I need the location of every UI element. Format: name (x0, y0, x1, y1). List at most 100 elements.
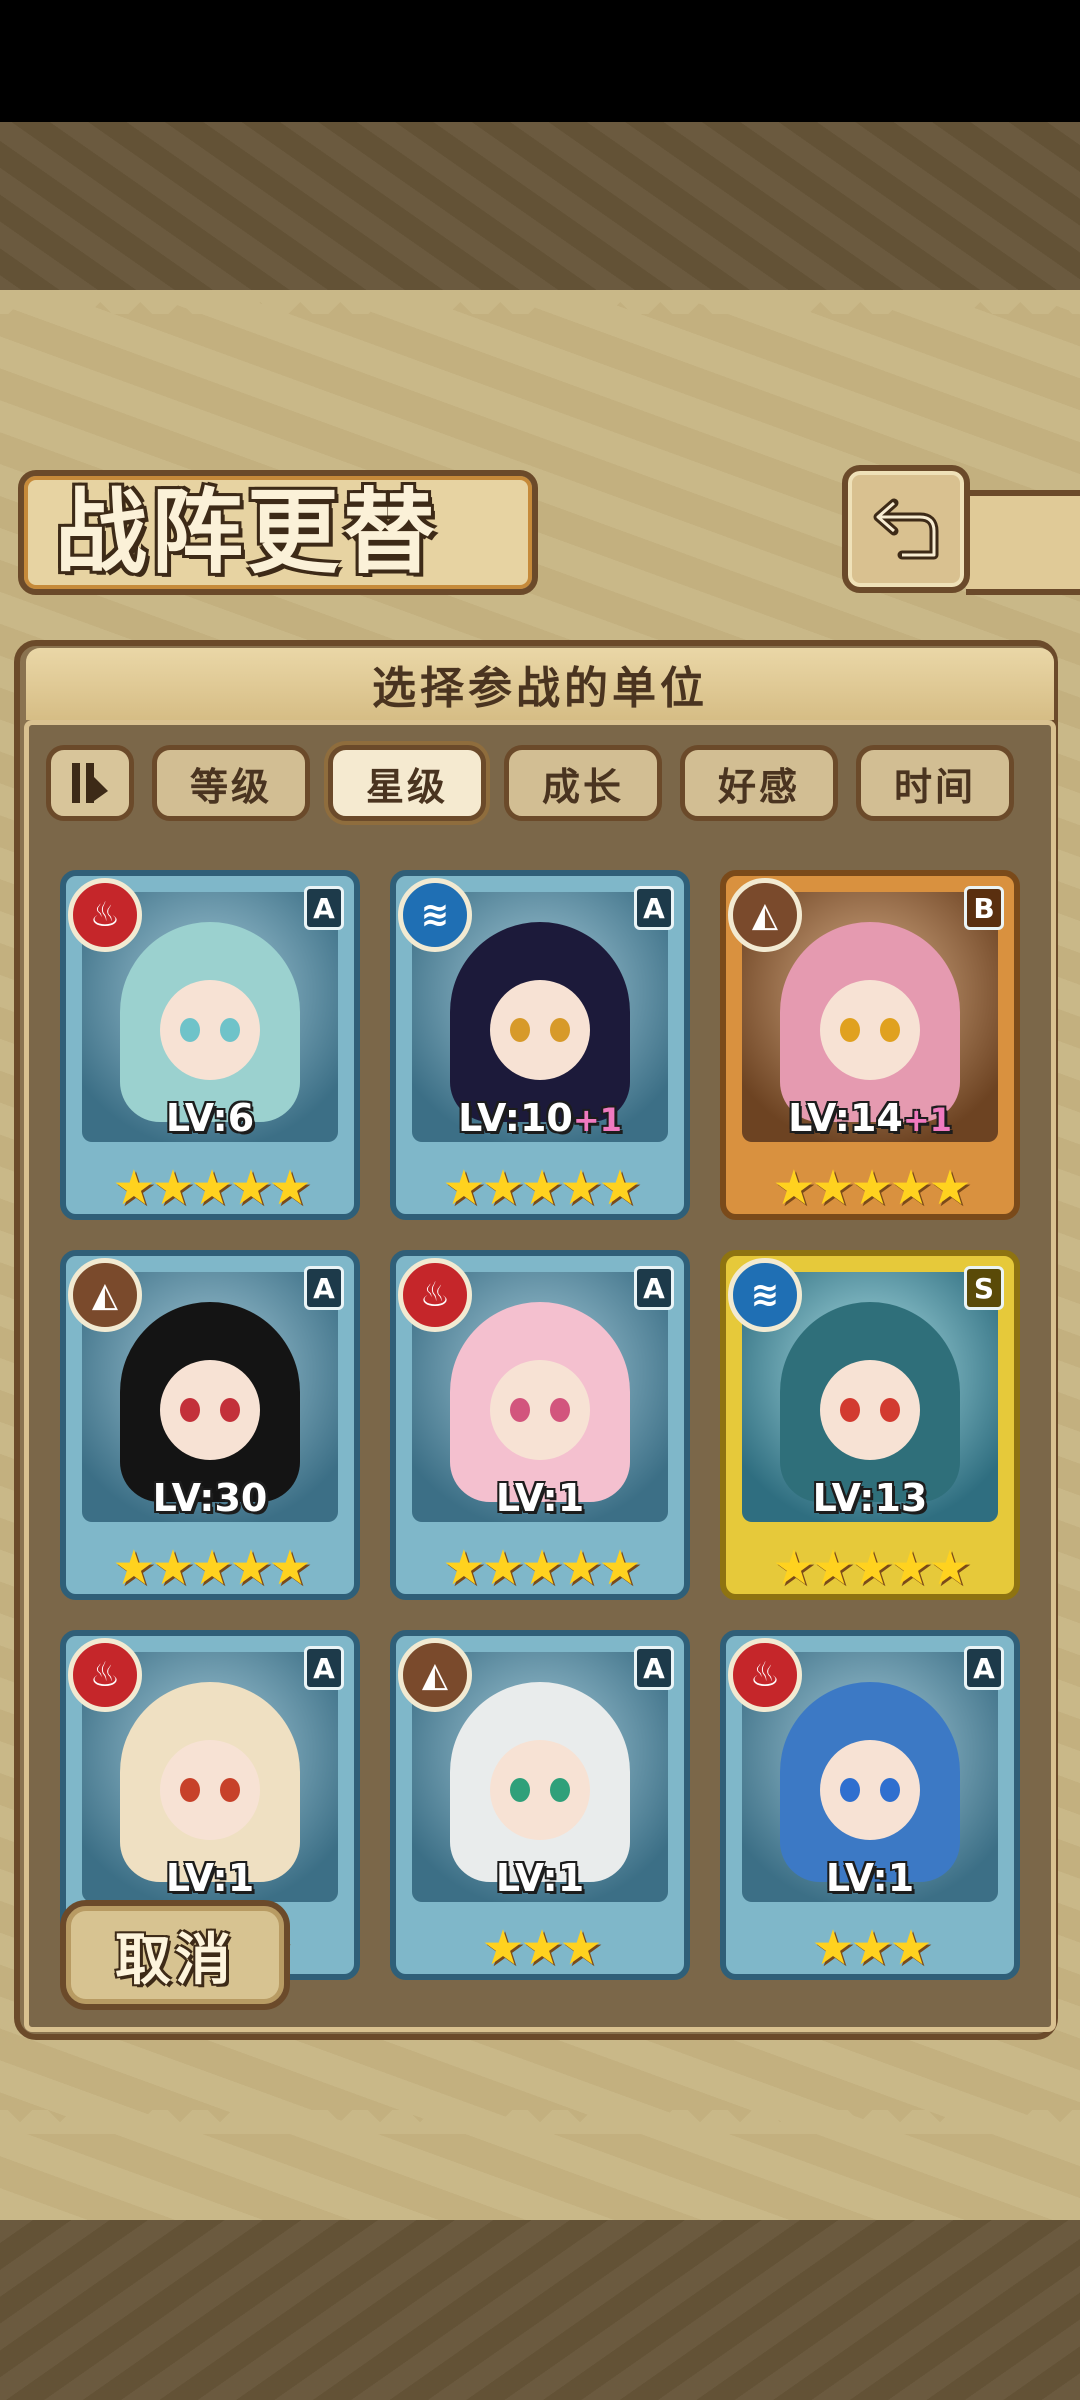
parchment-edge-bottom (0, 2110, 1080, 2134)
unit-star-rating: ★★★★★ (442, 1540, 641, 1596)
back-button[interactable] (842, 465, 970, 593)
unit-level-text: LV:1 (165, 1856, 255, 1900)
unit-star-rating: ★★★★★ (772, 1540, 971, 1596)
fire-element-icon: ♨ (728, 1638, 802, 1712)
earth-element-icon: ◭ (728, 878, 802, 952)
sort-button-affection[interactable]: 好感 (680, 745, 838, 821)
sort-button-level[interactable]: 等级 (152, 745, 310, 821)
unit-eye (840, 1018, 860, 1042)
sort-button-time[interactable]: 时间 (856, 745, 1014, 821)
unit-rank-badge: B (964, 886, 1004, 930)
unit-star-rating: ★★★★★ (772, 1160, 971, 1216)
unit-level: LV:1 (396, 1856, 684, 1900)
unit-eye (180, 1778, 200, 1802)
unit-rank-badge: A (634, 886, 674, 930)
unit-level-text: LV:13 (812, 1476, 928, 1520)
earth-element-icon: ◭ (68, 1258, 142, 1332)
unit-level-bonus: +1 (572, 1101, 622, 1139)
unit-rank-badge: S (964, 1266, 1004, 1310)
back-rail (966, 490, 1080, 595)
unit-star-rating: ★★★ (481, 1920, 602, 1976)
unit-level: LV:1 (396, 1476, 684, 1520)
panel-subtitle: 选择参战的单位 (26, 648, 1054, 720)
unit-level-text: LV:1 (495, 1476, 585, 1520)
unit-card[interactable]: ≋ S LV:13 ★★★★★ (720, 1250, 1020, 1600)
unit-rank-badge: A (304, 1646, 344, 1690)
fire-element-icon: ♨ (68, 1638, 142, 1712)
unit-level: LV:14+1 (726, 1096, 1014, 1140)
unit-card[interactable]: ◭ A LV:30 ★★★★★ (60, 1250, 360, 1600)
unit-level-text: LV:1 (495, 1856, 585, 1900)
map-background-bottom (0, 2220, 1080, 2400)
unit-level: LV:30 (66, 1476, 354, 1520)
unit-star-rating: ★★★★★ (112, 1160, 311, 1216)
unit-face (820, 1360, 920, 1460)
unit-eye (880, 1018, 900, 1042)
fire-element-icon: ♨ (398, 1258, 472, 1332)
unit-level: LV:1 (726, 1856, 1014, 1900)
sort-order-icon (72, 763, 108, 803)
fire-element-icon: ♨ (68, 878, 142, 952)
page-title: 战阵更替 (55, 478, 440, 586)
unit-level: LV:1 (66, 1856, 354, 1900)
unit-face (490, 980, 590, 1080)
unit-level-bonus: +1 (902, 1101, 952, 1139)
return-arrow-icon (873, 498, 939, 560)
unit-eye (510, 1778, 530, 1802)
unit-rank-badge: A (304, 886, 344, 930)
unit-card[interactable]: ◭ A LV:1 ★★★ (390, 1630, 690, 1980)
unit-face (160, 1740, 260, 1840)
unit-eye (840, 1778, 860, 1802)
unit-level-text: LV:10 (458, 1096, 573, 1140)
unit-star-rating: ★★★ (811, 1920, 932, 1976)
unit-rank-badge: A (304, 1266, 344, 1310)
unit-level-text: LV:30 (152, 1476, 268, 1520)
unit-eye (220, 1018, 240, 1042)
sort-bar: 等级 星级 成长 好感 时间 (46, 745, 1046, 825)
unit-eye (880, 1398, 900, 1422)
parchment-edge-top (0, 290, 1080, 314)
unit-star-rating: ★★★★★ (442, 1160, 641, 1216)
unit-face (160, 1360, 260, 1460)
unit-eye (550, 1018, 570, 1042)
unit-level: LV:6 (66, 1096, 354, 1140)
map-background-top (0, 122, 1080, 302)
unit-eye (180, 1018, 200, 1042)
cancel-button[interactable]: 取消 (60, 1900, 290, 2010)
unit-rank-badge: A (634, 1266, 674, 1310)
status-bar (0, 0, 1080, 122)
game-screen: 战阵更替 选择参战的单位 等级 星级 成长 好感 时间 ♨ A LV:6 ★★★★★ ≋… (0, 0, 1080, 2400)
unit-face (820, 980, 920, 1080)
unit-eye (510, 1398, 530, 1422)
unit-eye (510, 1018, 530, 1042)
sort-button-stars[interactable]: 星级 (328, 745, 486, 821)
water-element-icon: ≋ (728, 1258, 802, 1332)
unit-eye (880, 1778, 900, 1802)
unit-eye (220, 1778, 240, 1802)
unit-eye (840, 1398, 860, 1422)
unit-level-text: LV:6 (165, 1096, 255, 1140)
unit-face (160, 980, 260, 1080)
sort-order-toggle[interactable] (46, 745, 134, 821)
unit-star-rating: ★★★★★ (112, 1540, 311, 1596)
unit-face (820, 1740, 920, 1840)
unit-face (490, 1360, 590, 1460)
unit-eye (550, 1398, 570, 1422)
unit-face (490, 1740, 590, 1840)
unit-level: LV:10+1 (396, 1096, 684, 1140)
unit-eye (220, 1398, 240, 1422)
sort-button-growth[interactable]: 成长 (504, 745, 662, 821)
unit-card[interactable]: ◭ B LV:14+1 ★★★★★ (720, 870, 1020, 1220)
unit-card[interactable]: ♨ A LV:1 ★★★★★ (390, 1250, 690, 1600)
earth-element-icon: ◭ (398, 1638, 472, 1712)
unit-eye (180, 1398, 200, 1422)
unit-level: LV:13 (726, 1476, 1014, 1520)
unit-card[interactable]: ♨ A LV:6 ★★★★★ (60, 870, 360, 1220)
unit-rank-badge: A (964, 1646, 1004, 1690)
water-element-icon: ≋ (398, 878, 472, 952)
unit-card[interactable]: ≋ A LV:10+1 ★★★★★ (390, 870, 690, 1220)
unit-rank-badge: A (634, 1646, 674, 1690)
unit-card[interactable]: ♨ A LV:1 ★★★ (720, 1630, 1020, 1980)
unit-level-text: LV:14 (788, 1096, 903, 1140)
unit-eye (550, 1778, 570, 1802)
